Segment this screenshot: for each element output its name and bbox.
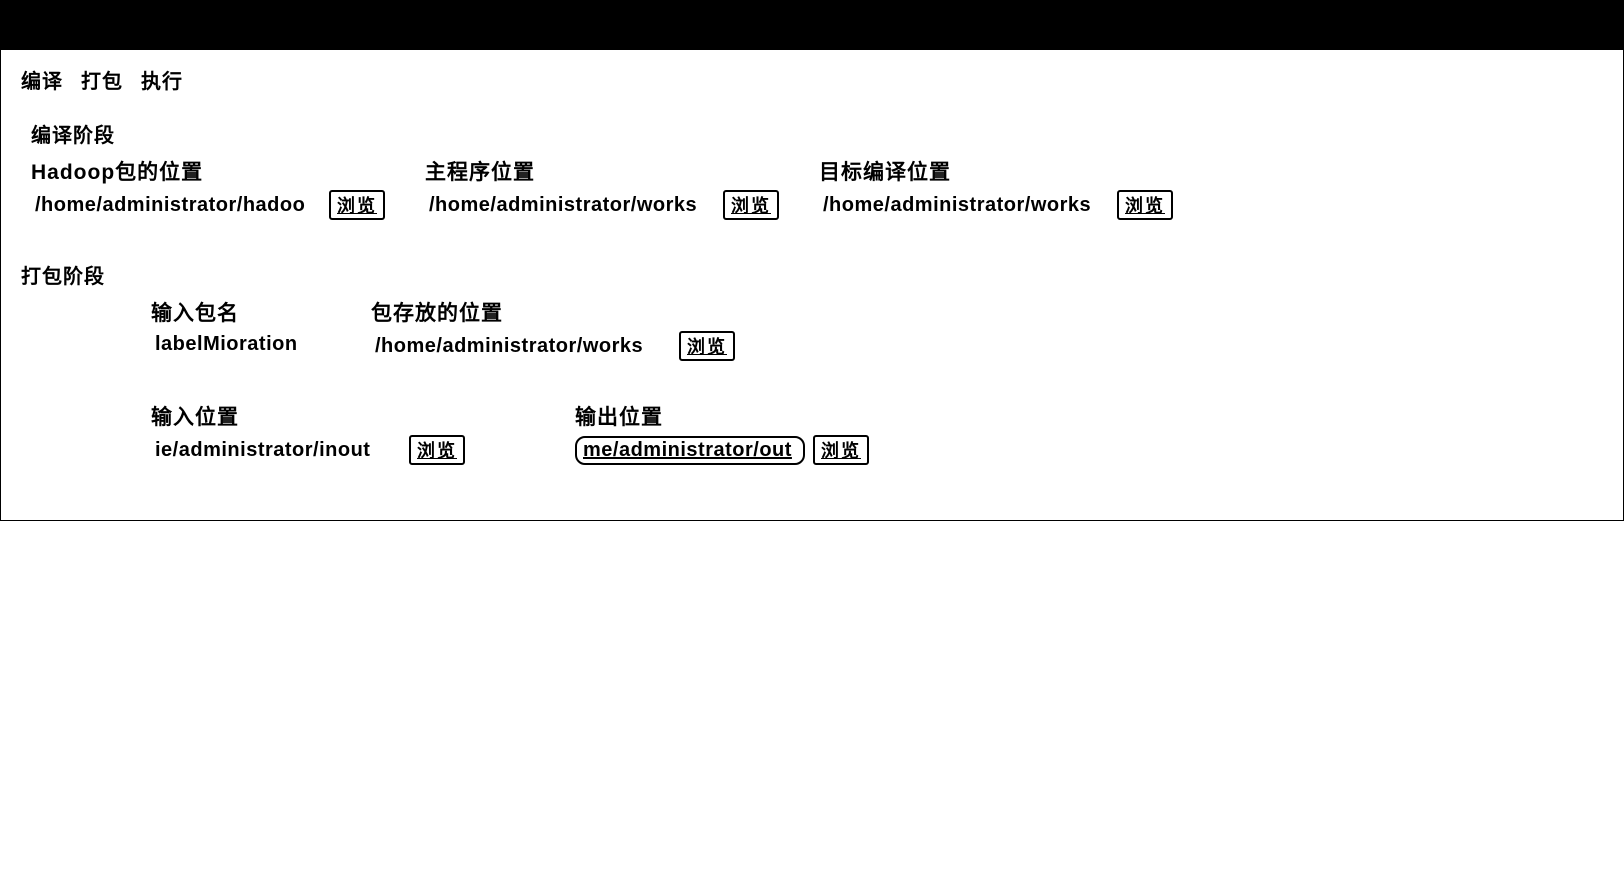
target-compile-label: 目标编译位置 <box>819 156 1173 186</box>
main-content: 编译 打包 执行 编译阶段 Hadoop包的位置 浏览 主程序位置 浏览 目标 <box>0 50 1624 521</box>
main-program-input[interactable] <box>425 192 715 219</box>
output-location-group: 输出位置 浏览 <box>575 401 869 465</box>
input-location-label: 输入位置 <box>151 401 465 431</box>
tab-row: 编译 打包 执行 <box>21 65 1603 94</box>
window-title-bar <box>0 0 1624 50</box>
package-location-browse-button[interactable]: 浏览 <box>679 331 735 361</box>
main-program-group: 主程序位置 浏览 <box>425 156 779 220</box>
main-program-browse-button[interactable]: 浏览 <box>723 190 779 220</box>
compile-section: 编译阶段 Hadoop包的位置 浏览 主程序位置 浏览 目标编译位置 <box>21 119 1603 220</box>
target-compile-group: 目标编译位置 浏览 <box>819 156 1173 220</box>
input-location-browse-button[interactable]: 浏览 <box>409 435 465 465</box>
target-compile-input[interactable] <box>819 192 1109 219</box>
package-location-label: 包存放的位置 <box>371 297 735 327</box>
tab-execute[interactable]: 执行 <box>141 65 183 94</box>
tab-package[interactable]: 打包 <box>81 65 123 94</box>
hadoop-location-input[interactable] <box>31 192 321 219</box>
package-location-group: 包存放的位置 浏览 <box>371 297 735 361</box>
target-compile-browse-button[interactable]: 浏览 <box>1117 190 1173 220</box>
hadoop-browse-button[interactable]: 浏览 <box>329 190 385 220</box>
package-name-group: 输入包名 <box>151 297 331 358</box>
hadoop-location-label: Hadoop包的位置 <box>31 156 385 186</box>
output-location-browse-button[interactable]: 浏览 <box>813 435 869 465</box>
compile-title: 编译阶段 <box>31 119 1603 148</box>
package-section: 打包阶段 输入包名 包存放的位置 浏览 <box>21 260 1603 361</box>
package-name-label: 输入包名 <box>151 297 331 327</box>
main-program-label: 主程序位置 <box>425 156 779 186</box>
package-title: 打包阶段 <box>21 260 1603 289</box>
input-location-group: 输入位置 浏览 <box>151 401 465 465</box>
package-location-input[interactable] <box>371 333 671 360</box>
run-section: 输入位置 浏览 输出位置 浏览 <box>21 401 1603 465</box>
package-name-input[interactable] <box>151 331 331 358</box>
hadoop-location-group: Hadoop包的位置 浏览 <box>31 156 385 220</box>
input-location-input[interactable] <box>151 437 401 464</box>
tab-compile[interactable]: 编译 <box>21 65 63 94</box>
output-location-input[interactable] <box>575 436 805 465</box>
output-location-label: 输出位置 <box>575 401 869 431</box>
